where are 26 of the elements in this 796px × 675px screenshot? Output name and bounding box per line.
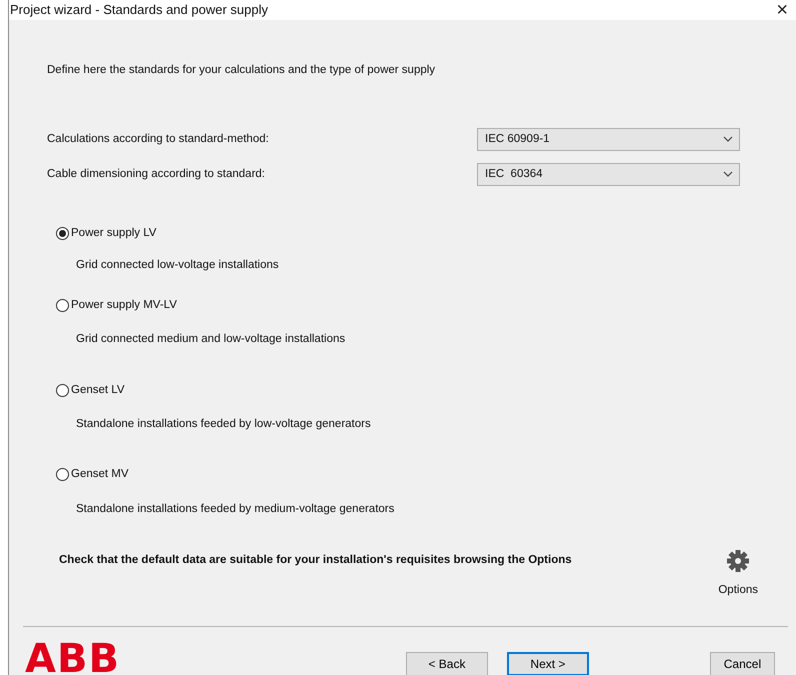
option-description: Standalone installations feeded by low-voltage generators [76,416,372,432]
wizard-button[interactable]: Next > [506,652,589,675]
dropdown-value: IEC 60364 [485,166,543,182]
radio-option[interactable]: Genset LV [56,382,124,399]
radio-option[interactable]: Power supply LV [56,225,156,242]
standard-dropdown[interactable]: IEC 60909-1 [477,128,740,151]
chevron-icon [723,171,733,178]
gear-icon [727,550,750,572]
field-label: Cable dimensioning according to standard: [47,166,266,182]
wizard-button[interactable]: Cancel [710,652,775,675]
option-description: Standalone installations feeded by medium-voltage generators [76,502,396,516]
radio-option[interactable]: Power supply MV-LV [56,296,177,314]
wizard-button[interactable]: < Back [406,652,488,675]
option-description: Grid connected medium and low-voltage installations [76,332,346,348]
chevron-icon [723,136,733,142]
logo: ABB [25,639,120,675]
options-button[interactable]: Options [718,550,758,599]
field-label: Calculations according to standard-method: [47,132,270,147]
dropdown-value: IEC 60909-1 [485,132,550,147]
option-description: Grid connected low-voltage installations [76,258,280,273]
window-title: Project wizard - Standards and power supply [10,1,268,20]
standard-dropdown[interactable]: IEC 60364 [477,162,740,186]
note-text: Check that the default data are suitable for your installation's requisites browsing the Options [59,554,573,568]
close-button[interactable]: × [776,0,788,20]
radio-option[interactable]: Genset MV [56,466,129,484]
intro-text: Define here the standards for your calculations and the type of power supply [47,63,436,78]
